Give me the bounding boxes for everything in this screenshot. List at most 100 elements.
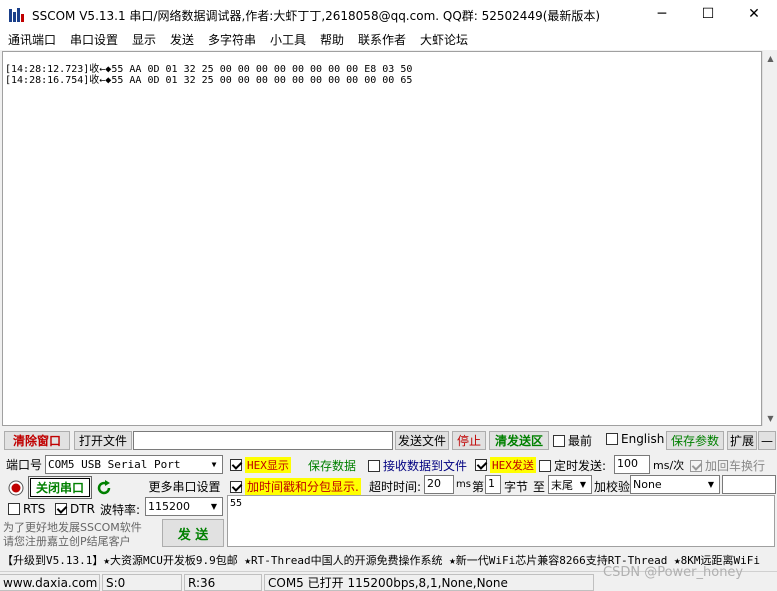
expand-button[interactable]: 扩展 bbox=[727, 431, 757, 450]
rts-check-icon[interactable] bbox=[8, 503, 20, 515]
refresh-icon[interactable] bbox=[96, 479, 112, 497]
baud-value: 115200 bbox=[148, 500, 190, 513]
checksum-select[interactable]: None ▼ bbox=[630, 475, 720, 494]
file-path-input[interactable] bbox=[133, 431, 393, 450]
topmost-check-icon[interactable] bbox=[553, 434, 565, 447]
english-check-icon[interactable] bbox=[606, 433, 618, 445]
to-value: 末尾 bbox=[551, 478, 573, 492]
menu-multi-string[interactable]: 多字符串 bbox=[208, 31, 256, 48]
send-file-button[interactable]: 发送文件 bbox=[395, 431, 449, 450]
port-select[interactable]: COM5 USB Serial Port ▼ bbox=[45, 455, 223, 474]
timestamp-label: 加时间戳和分包显示. bbox=[245, 478, 361, 495]
clear-send-button[interactable]: 清发送区 bbox=[489, 431, 549, 450]
open-file-button[interactable]: 打开文件 bbox=[74, 431, 132, 450]
nth-label: 第 bbox=[472, 480, 485, 494]
maximize-button[interactable]: ☐ bbox=[685, 0, 731, 28]
title-bar: SSCOM V5.13.1 串口/网络数据调试器,作者:大虾丁丁,2618058… bbox=[0, 0, 777, 28]
send-text-area[interactable]: 55 bbox=[227, 495, 775, 547]
byte-label: 字节 bbox=[504, 480, 529, 494]
add-crlf-checkbox[interactable]: 加回车换行 bbox=[690, 457, 765, 474]
port-value: COM5 USB Serial Port bbox=[48, 458, 181, 471]
watermark: CSDN @Power_honey bbox=[603, 565, 744, 580]
to-select[interactable]: 末尾 ▼ bbox=[548, 475, 592, 494]
port-status: COM5 已打开 115200bps,8,1,None,None bbox=[264, 574, 594, 591]
save-params-button[interactable]: 保存参数 bbox=[666, 431, 724, 450]
rts-label: RTS bbox=[23, 502, 46, 516]
sent-count: S:0 bbox=[102, 574, 182, 591]
receive-scrollbar[interactable]: ▲ ▼ bbox=[762, 51, 777, 426]
port-status-icon bbox=[8, 480, 24, 496]
recv-to-file-checkbox[interactable]: 接收数据到文件 bbox=[368, 457, 467, 474]
baud-select[interactable]: 115200 ▼ bbox=[145, 497, 223, 516]
menu-help[interactable]: 帮助 bbox=[320, 31, 344, 48]
menu-comm-port[interactable]: 通讯端口 bbox=[8, 31, 56, 48]
receive-line: [14:28:16.754]收←◆55 AA 0D 01 32 25 00 00… bbox=[5, 75, 413, 86]
hex-display-checkbox[interactable]: HEX显示 bbox=[230, 457, 291, 473]
english-label: English bbox=[621, 432, 665, 446]
add-crlf-label: 加回车换行 bbox=[705, 459, 766, 473]
more-port-settings-button[interactable]: 更多串口设置 bbox=[146, 477, 223, 496]
stop-button[interactable]: 停止 bbox=[452, 431, 486, 450]
dtr-check-icon[interactable] bbox=[55, 503, 67, 515]
menu-port-settings[interactable]: 串口设置 bbox=[70, 31, 118, 48]
checksum-value: None bbox=[633, 478, 662, 491]
received-count: R:36 bbox=[184, 574, 262, 591]
checksum-label: 加校验 bbox=[594, 480, 631, 494]
menu-contact-author[interactable]: 联系作者 bbox=[358, 31, 406, 48]
dtr-checkbox[interactable]: DTR bbox=[55, 502, 95, 516]
topmost-label: 最前 bbox=[568, 434, 593, 448]
hex-display-label: HEX显示 bbox=[245, 457, 291, 473]
hex-send-label: HEX发送 bbox=[490, 457, 536, 473]
save-data-button[interactable]: 保存数据 bbox=[303, 456, 361, 475]
chevron-down-icon[interactable]: ▼ bbox=[206, 456, 222, 473]
app-logo-icon bbox=[9, 8, 24, 22]
checksum-extra-input[interactable] bbox=[722, 475, 776, 494]
dtr-label: DTR bbox=[70, 502, 95, 516]
hex-display-check-icon[interactable] bbox=[230, 459, 242, 471]
timeout-input[interactable]: 20 bbox=[424, 475, 454, 494]
scroll-down-icon[interactable]: ▼ bbox=[763, 411, 777, 426]
topmost-checkbox[interactable]: 最前 bbox=[553, 432, 592, 449]
sscom-window: SSCOM V5.13.1 串口/网络数据调试器,作者:大虾丁丁,2618058… bbox=[0, 0, 777, 591]
baud-label: 波特率: bbox=[100, 503, 141, 517]
interval-input[interactable]: 100 bbox=[614, 455, 650, 474]
close-button[interactable]: ✕ bbox=[731, 0, 777, 28]
promo-line-2: 请您注册嘉立创P结尾客户 bbox=[3, 535, 131, 548]
minimize-button[interactable]: ─ bbox=[639, 0, 685, 28]
window-title: SSCOM V5.13.1 串口/网络数据调试器,作者:大虾丁丁,2618058… bbox=[32, 9, 601, 23]
add-crlf-check-icon[interactable] bbox=[690, 459, 702, 472]
menu-bar: 通讯端口 串口设置 显示 发送 多字符串 小工具 帮助 联系作者 大虾论坛 bbox=[0, 28, 777, 50]
menu-forum[interactable]: 大虾论坛 bbox=[420, 31, 468, 48]
timeout-label: 超时时间: bbox=[369, 480, 422, 494]
nth-byte-input[interactable]: 1 bbox=[485, 475, 501, 494]
collapse-button[interactable]: — bbox=[758, 431, 776, 450]
hex-send-check-icon[interactable] bbox=[475, 459, 487, 471]
interval-unit: ms/次 bbox=[653, 459, 685, 472]
port-label: 端口号 bbox=[6, 458, 43, 472]
timed-send-checkbox[interactable]: 定时发送: bbox=[539, 457, 606, 474]
recv-to-file-label: 接收数据到文件 bbox=[383, 459, 468, 473]
english-checkbox[interactable]: English bbox=[606, 432, 664, 446]
menu-display[interactable]: 显示 bbox=[132, 31, 156, 48]
chevron-down-icon[interactable]: ▼ bbox=[575, 476, 591, 493]
chevron-down-icon[interactable]: ▼ bbox=[206, 498, 222, 515]
menu-tools[interactable]: 小工具 bbox=[270, 31, 306, 48]
recv-to-file-check-icon[interactable] bbox=[368, 459, 380, 472]
to-label: 至 bbox=[533, 480, 546, 494]
send-button[interactable]: 发 送 bbox=[162, 519, 224, 547]
timestamp-check-icon[interactable] bbox=[230, 480, 242, 493]
website-link[interactable]: www.daxia.com bbox=[0, 574, 100, 591]
clear-window-button[interactable]: 清除窗口 bbox=[4, 431, 70, 450]
timeout-unit: ms bbox=[456, 479, 471, 490]
rts-checkbox[interactable]: RTS bbox=[8, 502, 45, 516]
timestamp-checkbox[interactable]: 加时间戳和分包显示. bbox=[230, 478, 361, 495]
receive-line: [14:28:12.723]收←◆55 AA 0D 01 32 25 00 00… bbox=[5, 64, 413, 75]
menu-send[interactable]: 发送 bbox=[170, 31, 194, 48]
timed-send-check-icon[interactable] bbox=[539, 459, 551, 472]
hex-send-checkbox[interactable]: HEX发送 bbox=[475, 457, 536, 473]
scroll-up-icon[interactable]: ▲ bbox=[763, 51, 777, 66]
receive-text-area[interactable]: [14:28:12.723]收←◆55 AA 0D 01 32 25 00 00… bbox=[2, 51, 762, 426]
close-port-button[interactable]: 关闭串口 bbox=[28, 476, 92, 499]
timed-send-label: 定时发送: bbox=[554, 459, 607, 473]
chevron-down-icon[interactable]: ▼ bbox=[703, 476, 719, 493]
